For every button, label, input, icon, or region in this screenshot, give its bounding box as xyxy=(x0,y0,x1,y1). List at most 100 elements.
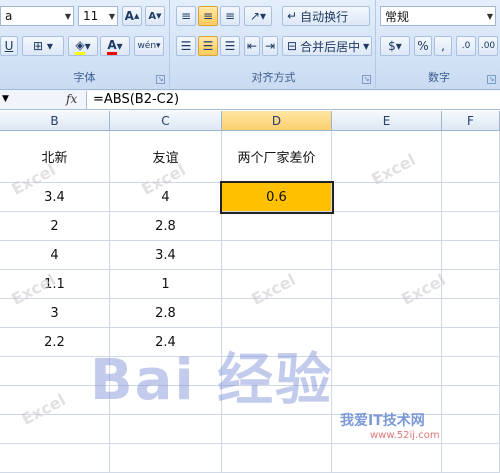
cell[interactable] xyxy=(222,357,332,386)
cell[interactable]: 3.4 xyxy=(0,183,110,212)
cell[interactable]: 1.1 xyxy=(0,270,110,299)
align-top-button[interactable]: ≡ xyxy=(176,6,196,26)
cell[interactable]: 3 xyxy=(0,299,110,328)
cell[interactable]: 1 xyxy=(110,270,222,299)
alignment-group-label: 对齐方式 xyxy=(251,71,296,84)
cell[interactable] xyxy=(0,444,110,473)
cell[interactable] xyxy=(222,386,332,415)
cell[interactable] xyxy=(442,212,500,241)
cell[interactable]: 2.8 xyxy=(110,299,222,328)
cell[interactable] xyxy=(442,386,500,415)
cell[interactable]: 4 xyxy=(110,183,222,212)
align-left-button[interactable]: ☰ xyxy=(176,36,196,56)
font-name-value: a xyxy=(5,9,13,23)
cell[interactable] xyxy=(222,299,332,328)
cell[interactable] xyxy=(442,415,500,444)
cell[interactable] xyxy=(332,183,442,212)
font-size-combo[interactable]: 11 ▼ xyxy=(78,6,118,26)
cell[interactable] xyxy=(332,415,442,444)
alignment-group: ≡ ≡ ≡ ↗▾ ↵ 自动换行 ☰ ☰ ☰ ⇤ ⇥ ⊟ 合并后居中 ▼ 对齐方式… xyxy=(172,0,376,88)
cell[interactable]: 2 xyxy=(0,212,110,241)
cell[interactable] xyxy=(222,212,332,241)
cell[interactable] xyxy=(222,241,332,270)
merge-center-button[interactable]: ⊟ 合并后居中 ▼ xyxy=(282,36,372,56)
align-right-button[interactable]: ☰ xyxy=(220,36,240,56)
cell[interactable] xyxy=(332,357,442,386)
wrap-text-button[interactable]: ↵ 自动换行 xyxy=(282,6,370,26)
cell[interactable] xyxy=(332,328,442,357)
column-header-d[interactable]: D xyxy=(222,111,332,131)
grow-font-button[interactable]: A ▲ xyxy=(122,6,142,26)
cell[interactable]: 2.2 xyxy=(0,328,110,357)
formula-input[interactable]: =ABS(B2-C2) xyxy=(86,91,500,109)
cell[interactable]: 两个厂家差价 xyxy=(222,131,332,183)
align-center-button[interactable]: ☰ xyxy=(198,36,218,56)
cell[interactable] xyxy=(0,415,110,444)
align-middle-button[interactable]: ≡ xyxy=(198,6,218,26)
column-header-e[interactable]: E xyxy=(332,111,442,131)
cell-selected[interactable]: 0.6 xyxy=(220,181,334,214)
percent-button[interactable]: % xyxy=(414,36,432,56)
orientation-button[interactable]: ↗▾ xyxy=(244,6,272,26)
cell[interactable] xyxy=(0,386,110,415)
font-name-combo[interactable]: a ▼ xyxy=(0,6,74,26)
cell[interactable] xyxy=(332,444,442,473)
increase-decimal-button[interactable]: .0 xyxy=(456,36,476,56)
border-button[interactable]: ⊞ ▾ xyxy=(22,36,64,56)
dialog-launcher-icon[interactable]: ↘ xyxy=(156,75,165,84)
cell[interactable] xyxy=(222,328,332,357)
number-format-combo[interactable]: 常规 ▼ xyxy=(380,6,496,26)
cell[interactable] xyxy=(332,270,442,299)
cell[interactable] xyxy=(332,299,442,328)
column-header-b[interactable]: B xyxy=(0,111,110,131)
comma-button[interactable]: , xyxy=(434,36,452,56)
underline-button[interactable]: U xyxy=(0,36,18,56)
cell[interactable] xyxy=(222,444,332,473)
cell[interactable] xyxy=(442,183,500,212)
dialog-launcher-icon[interactable]: ↘ xyxy=(487,75,496,84)
cell[interactable] xyxy=(332,212,442,241)
dialog-launcher-icon[interactable]: ↘ xyxy=(362,75,371,84)
cell[interactable] xyxy=(110,357,222,386)
name-box-dropdown-icon[interactable]: ▼ xyxy=(2,94,9,104)
cell[interactable] xyxy=(442,270,500,299)
number-format-value: 常规 xyxy=(385,9,410,24)
cell[interactable] xyxy=(332,131,442,183)
cell[interactable] xyxy=(332,386,442,415)
shrink-font-button[interactable]: A ▼ xyxy=(145,6,165,26)
cell[interactable] xyxy=(442,241,500,270)
cell[interactable]: 友谊 xyxy=(110,131,222,183)
cell[interactable] xyxy=(110,386,222,415)
increase-indent-button[interactable]: ⇥ xyxy=(262,36,278,56)
fill-color-button[interactable]: ◈ ▾ xyxy=(68,36,98,56)
cell[interactable]: 2.4 xyxy=(110,328,222,357)
chevron-down-icon: ▼ xyxy=(486,12,493,21)
fx-icon[interactable]: fx xyxy=(66,92,77,106)
cell[interactable] xyxy=(442,357,500,386)
cell[interactable] xyxy=(110,444,222,473)
cell[interactable] xyxy=(0,357,110,386)
merge-center-label: 合并后居中 xyxy=(300,39,361,54)
cell[interactable] xyxy=(442,299,500,328)
font-color-button[interactable]: A ▾ xyxy=(100,36,130,56)
column-header-f[interactable]: F xyxy=(442,111,500,131)
cell[interactable] xyxy=(222,415,332,444)
number-group: 常规 ▼ $▾ % , .0 .00 数字 ↘ xyxy=(378,0,500,88)
cell[interactable]: 2.8 xyxy=(110,212,222,241)
cell[interactable]: 4 xyxy=(0,241,110,270)
cell[interactable] xyxy=(332,241,442,270)
decrease-indent-button[interactable]: ⇤ xyxy=(244,36,260,56)
formula-bar: ▼ fx =ABS(B2-C2) xyxy=(0,90,500,110)
cell[interactable] xyxy=(110,415,222,444)
cell[interactable] xyxy=(442,131,500,183)
cell[interactable] xyxy=(442,328,500,357)
cell[interactable]: 北新 xyxy=(0,131,110,183)
currency-button[interactable]: $▾ xyxy=(380,36,410,56)
decrease-decimal-button[interactable]: .00 xyxy=(478,36,498,56)
column-header-c[interactable]: C xyxy=(110,111,222,131)
cell[interactable]: 3.4 xyxy=(110,241,222,270)
cell[interactable] xyxy=(442,444,500,473)
cell[interactable] xyxy=(222,270,332,299)
phonetic-button[interactable]: wén▾ xyxy=(134,36,164,56)
align-bottom-button[interactable]: ≡ xyxy=(220,6,240,26)
